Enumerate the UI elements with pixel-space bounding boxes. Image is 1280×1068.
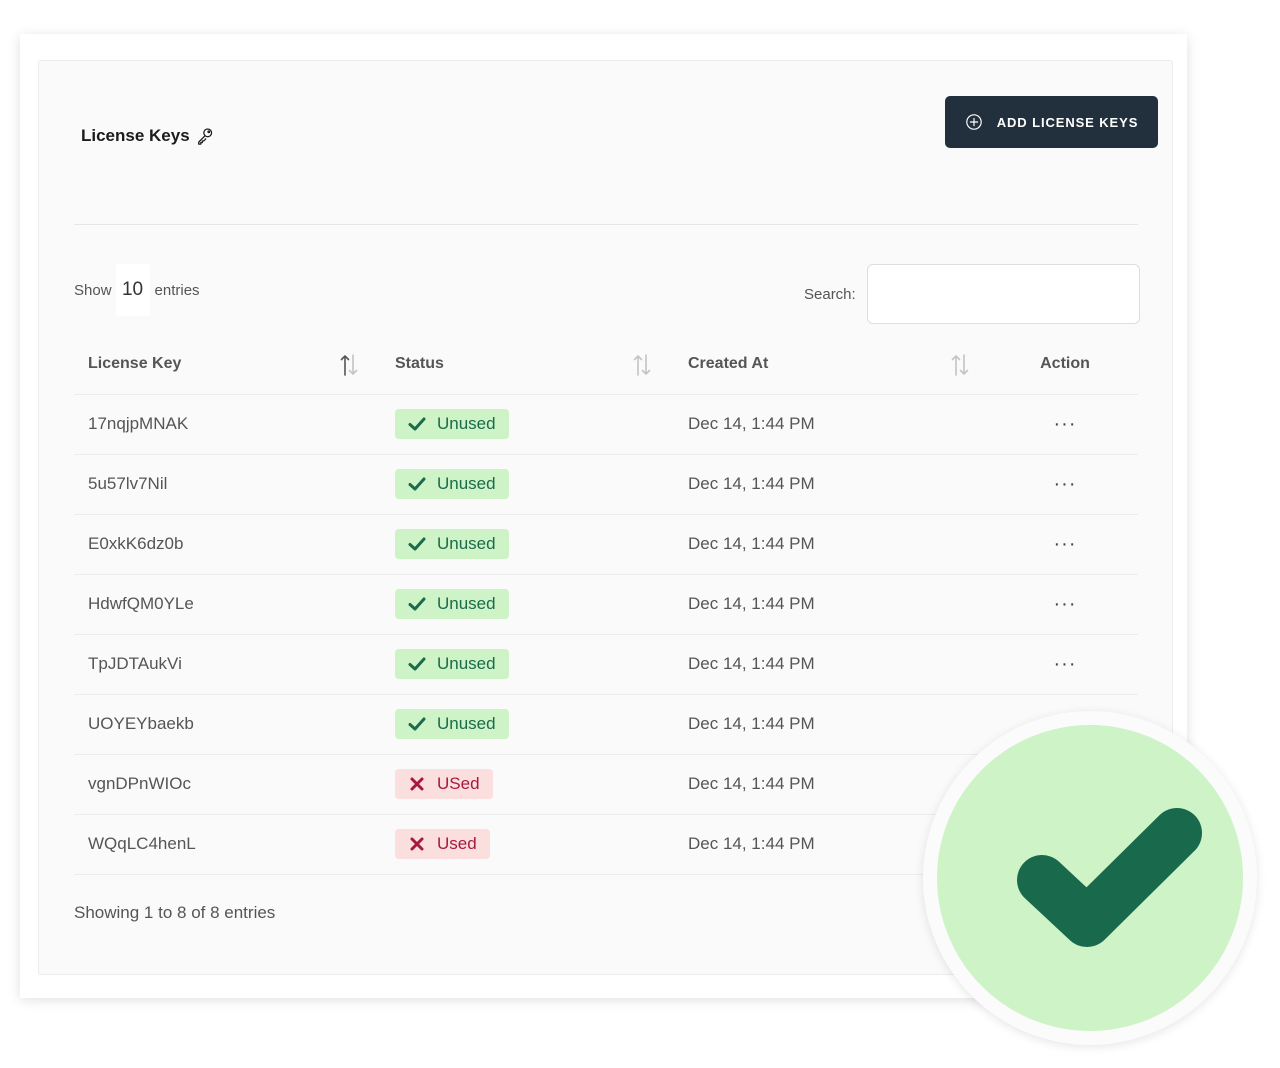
- status-label: Unused: [437, 474, 496, 493]
- action-cell: ···: [992, 454, 1138, 515]
- table-row: HdwfQM0YLe Unused Dec 14, 1:44 PM ···: [74, 574, 1138, 635]
- license-key-cell: E0xkK6dz0b: [74, 514, 381, 575]
- column-header-label: Action: [1040, 354, 1090, 372]
- check-icon: [408, 537, 426, 551]
- table-row: TpJDTAukVi Unused Dec 14, 1:44 PM ···: [74, 634, 1138, 695]
- column-header-created-at[interactable]: Created At: [674, 334, 992, 395]
- show-label: Show: [74, 281, 112, 299]
- action-cell: ···: [992, 394, 1138, 455]
- page-length-control: Show 10 entries: [74, 264, 200, 316]
- check-icon: [408, 597, 426, 611]
- check-icon: [408, 477, 426, 491]
- status-badge: Unused: [395, 589, 509, 619]
- status-badge: Unused: [395, 409, 509, 439]
- created-at-cell: Dec 14, 1:44 PM: [674, 514, 992, 575]
- more-actions-button[interactable]: ···: [1054, 653, 1077, 675]
- license-key-cell: 5u57lv7Nil: [74, 454, 381, 515]
- action-cell: ···: [992, 634, 1138, 695]
- search-input[interactable]: [866, 264, 1140, 324]
- license-key-cell: 17nqjpMNAK: [74, 394, 381, 455]
- status-label: Unused: [437, 414, 496, 433]
- status-cell: Unused: [381, 694, 674, 755]
- status-label: USed: [437, 774, 480, 793]
- created-at-cell: Dec 14, 1:44 PM: [674, 574, 992, 635]
- status-cell: Unused: [381, 574, 674, 635]
- check-icon: [408, 417, 426, 431]
- page-title: License Keys: [81, 126, 214, 146]
- add-license-keys-label: ADD LICENSE KEYS: [996, 114, 1139, 130]
- search-control: Search:: [804, 264, 1140, 324]
- license-key-cell: TpJDTAukVi: [74, 634, 381, 695]
- status-badge: Unused: [395, 469, 509, 499]
- created-at-cell: Dec 14, 1:44 PM: [674, 394, 992, 455]
- column-header-label: Status: [395, 354, 444, 372]
- status-label: Used: [437, 834, 477, 853]
- status-badge: Unused: [395, 649, 509, 679]
- more-actions-button[interactable]: ···: [1054, 533, 1077, 555]
- action-cell: ···: [992, 514, 1138, 575]
- action-cell: ···: [992, 574, 1138, 635]
- sort-arrows-icon[interactable]: [339, 354, 359, 376]
- success-badge: [923, 711, 1257, 1045]
- key-icon: [196, 127, 214, 145]
- license-key-cell: vgnDPnWIOc: [74, 754, 381, 815]
- status-cell: Unused: [381, 454, 674, 515]
- table-header-row: License Key Status Created At Action: [74, 334, 1138, 395]
- column-header-status[interactable]: Status: [381, 334, 674, 395]
- x-icon: [410, 777, 424, 791]
- status-badge: Unused: [395, 529, 509, 559]
- column-header-label: License Key: [88, 354, 182, 372]
- license-key-cell: WQqLC4henL: [74, 814, 381, 875]
- status-cell: Unused: [381, 634, 674, 695]
- page-title-text: License Keys: [81, 126, 190, 145]
- status-badge: USed: [395, 769, 493, 799]
- more-actions-button[interactable]: ···: [1054, 473, 1077, 495]
- check-icon: [408, 717, 426, 731]
- column-header-license-key[interactable]: License Key: [74, 334, 381, 395]
- stage: License Keys ADD LICENSE KEYS Show 10 en…: [0, 0, 1280, 1068]
- license-key-cell: UOYEYbaekb: [74, 694, 381, 755]
- sort-arrows-icon[interactable]: [632, 354, 652, 376]
- plus-circle-icon: [965, 113, 983, 131]
- status-label: Unused: [437, 594, 496, 613]
- status-badge: Unused: [395, 709, 509, 739]
- more-actions-button[interactable]: ···: [1054, 413, 1077, 435]
- more-actions-button[interactable]: ···: [1054, 593, 1077, 615]
- status-label: Unused: [437, 534, 496, 553]
- status-cell: USed: [381, 754, 674, 815]
- column-header-action: Action: [992, 334, 1138, 395]
- status-label: Unused: [437, 714, 496, 733]
- license-key-cell: HdwfQM0YLe: [74, 574, 381, 635]
- column-header-label: Created At: [688, 354, 769, 372]
- header-divider: [74, 224, 1138, 225]
- status-cell: Unused: [381, 514, 674, 575]
- table-row: 5u57lv7Nil Unused Dec 14, 1:44 PM ···: [74, 454, 1138, 515]
- status-badge: Used: [395, 829, 490, 859]
- table-info: Showing 1 to 8 of 8 entries: [74, 903, 276, 922]
- status-label: Unused: [437, 654, 496, 673]
- table-row: E0xkK6dz0b Unused Dec 14, 1:44 PM ···: [74, 514, 1138, 575]
- search-label: Search:: [804, 285, 856, 303]
- created-at-cell: Dec 14, 1:44 PM: [674, 634, 992, 695]
- table-row: 17nqjpMNAK Unused Dec 14, 1:44 PM ···: [74, 394, 1138, 455]
- large-check-icon: [1017, 808, 1202, 947]
- sort-arrows-icon[interactable]: [950, 354, 970, 376]
- status-cell: Unused: [381, 394, 674, 455]
- check-icon: [408, 657, 426, 671]
- add-license-keys-button[interactable]: ADD LICENSE KEYS: [945, 96, 1158, 148]
- x-icon: [410, 837, 424, 851]
- entries-label: entries: [154, 281, 200, 299]
- success-badge-fill: [937, 725, 1243, 1031]
- page-length-select[interactable]: 10: [115, 264, 150, 316]
- status-cell: Used: [381, 814, 674, 875]
- created-at-cell: Dec 14, 1:44 PM: [674, 454, 992, 515]
